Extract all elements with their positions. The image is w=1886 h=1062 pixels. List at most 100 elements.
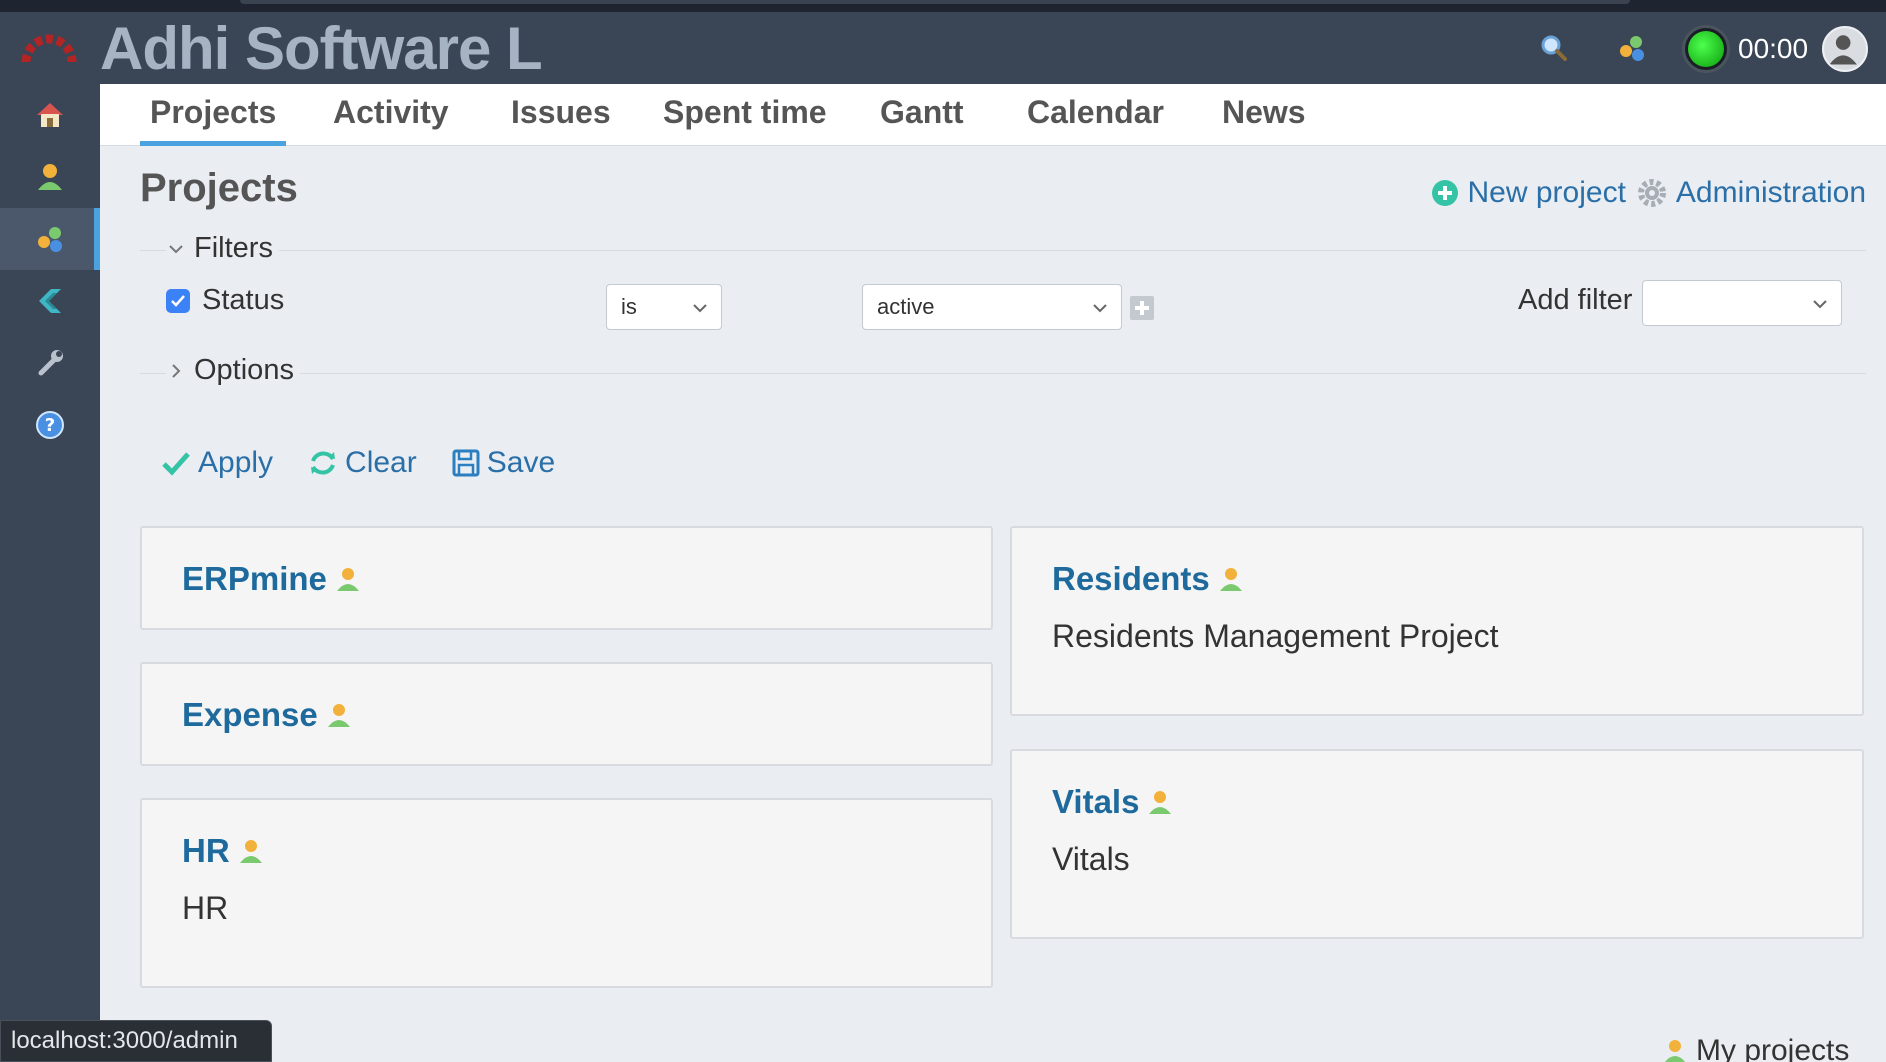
status-value-select[interactable]: active — [862, 284, 1122, 330]
status-operator-select[interactable]: is — [606, 284, 722, 330]
project-link-expense[interactable]: Expense — [182, 696, 354, 734]
clear-label: Clear — [345, 446, 417, 479]
project-name: Residents — [1052, 560, 1210, 597]
user-icon — [38, 164, 62, 190]
project-name: ERPmine — [182, 560, 327, 597]
options-divider — [140, 373, 1866, 374]
project-card: HR HR — [140, 798, 993, 988]
chevron-right-icon — [172, 363, 181, 378]
project-link-erpmine[interactable]: ERPmine — [182, 560, 363, 598]
window-top-bar — [240, 0, 1630, 4]
checkmark-icon — [162, 452, 190, 476]
refresh-icon — [311, 451, 336, 475]
time-tracker[interactable]: 00:00 — [1682, 24, 1808, 74]
save-icon — [452, 449, 480, 477]
project-link-residents[interactable]: Residents — [1052, 560, 1246, 598]
sidebar-item-help[interactable]: ? — [0, 394, 100, 456]
sidebar-item-administration[interactable] — [0, 332, 100, 394]
new-project-link[interactable]: New project — [1430, 176, 1626, 210]
tab-calendar[interactable]: Calendar — [1017, 92, 1174, 146]
project-link-vitals[interactable]: Vitals — [1052, 783, 1175, 821]
save-button[interactable]: Save — [451, 446, 555, 480]
administration-link[interactable]: Administration — [1636, 176, 1866, 210]
project-link-hr[interactable]: HR — [182, 832, 266, 870]
chevron-down-icon — [1813, 300, 1827, 309]
new-project-label: New project — [1467, 176, 1626, 209]
filters-legend: Filters — [194, 232, 273, 264]
projects-icon — [38, 227, 62, 252]
my-projects-legend: My projects — [1660, 1034, 1849, 1062]
help-icon: ? — [36, 411, 64, 439]
main-content: Projects New project Administration Filt… — [100, 146, 1886, 1062]
check-icon — [171, 294, 185, 307]
sidebar-item-projects[interactable] — [0, 208, 100, 270]
my-project-user-icon — [1664, 1040, 1686, 1062]
project-card: ERPmine — [140, 526, 993, 630]
my-project-user-icon — [327, 704, 350, 727]
home-icon — [37, 103, 63, 127]
project-card: Expense — [140, 662, 993, 766]
tab-activity[interactable]: Activity — [323, 92, 459, 146]
gear-icon — [1637, 179, 1666, 207]
project-card: Residents Residents Management Project — [1010, 526, 1864, 716]
query-actions: Apply Clear Save — [160, 446, 589, 480]
project-description: Residents Management Project — [1052, 618, 1499, 654]
my-project-user-icon — [1219, 568, 1242, 591]
save-label: Save — [486, 446, 556, 479]
my-project-user-icon — [336, 568, 359, 591]
tab-news[interactable]: News — [1212, 92, 1316, 146]
toggle-multiselect-button[interactable] — [1130, 296, 1154, 320]
project-name: Vitals — [1052, 783, 1140, 820]
administration-label: Administration — [1675, 176, 1866, 209]
chevron-down-icon — [169, 244, 183, 253]
add-filter-label: Add filter — [1518, 284, 1633, 316]
options-legend: Options — [194, 354, 294, 386]
status-filter-label: Status — [202, 284, 285, 316]
add-icon — [1431, 180, 1458, 206]
plus-icon — [1135, 301, 1149, 315]
sidebar-item-home[interactable] — [0, 84, 100, 146]
erp-icon — [39, 289, 61, 313]
app-title[interactable]: Adhi Software L — [100, 14, 543, 83]
timer-clock-icon[interactable] — [1682, 25, 1730, 73]
add-filter-select[interactable] — [1642, 280, 1842, 326]
apply-button[interactable]: Apply — [160, 446, 273, 480]
apply-label: Apply — [198, 446, 274, 479]
tab-spent-time[interactable]: Spent time — [653, 92, 837, 146]
tab-gantt[interactable]: Gantt — [870, 92, 974, 146]
tab-issues[interactable]: Issues — [501, 92, 621, 146]
sidebar-item-my-page[interactable] — [0, 146, 100, 208]
browser-status-url: localhost:3000/admin — [0, 1020, 272, 1062]
wrench-icon — [38, 350, 63, 376]
projects-icon[interactable] — [1616, 32, 1648, 64]
timer-text: 00:00 — [1738, 33, 1809, 64]
status-filter-checkbox[interactable] — [166, 288, 190, 313]
user-avatar[interactable] — [1822, 26, 1868, 72]
project-card: Vitals Vitals — [1010, 749, 1864, 939]
search-icon[interactable] — [1538, 32, 1570, 64]
project-description: HR — [182, 890, 229, 926]
window-top-strip — [0, 0, 1886, 12]
status-value-text: active — [877, 294, 935, 319]
clear-button[interactable]: Clear — [307, 446, 417, 480]
my-project-user-icon — [239, 840, 262, 863]
filters-toggle[interactable]: Filters — [166, 232, 279, 265]
sidebar: ? — [0, 84, 100, 1062]
filters-divider — [140, 250, 1866, 251]
my-projects-label: My projects — [1696, 1034, 1850, 1062]
top-header: Adhi Software L 00:00 — [0, 12, 1886, 84]
filter-row-status: Status — [166, 284, 284, 317]
svg-text:?: ? — [45, 415, 55, 436]
project-description: Vitals — [1052, 841, 1130, 877]
chevron-down-icon — [1093, 304, 1107, 313]
context-actions: New project Administration — [1430, 176, 1866, 210]
my-project-user-icon — [1149, 791, 1172, 814]
project-name: Expense — [182, 696, 318, 733]
project-name: HR — [182, 832, 230, 869]
options-toggle[interactable]: Options — [166, 354, 300, 387]
sidebar-item-erp[interactable] — [0, 270, 100, 332]
status-operator-value: is — [621, 294, 637, 319]
redmine-logo-icon — [21, 34, 77, 63]
user-avatar-icon — [1829, 35, 1857, 65]
tab-projects[interactable]: Projects — [140, 92, 287, 146]
